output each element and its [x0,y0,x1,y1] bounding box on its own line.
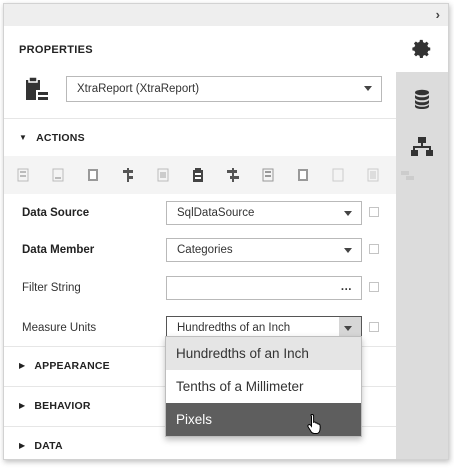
dropdown-option-label: Pixels [176,412,213,427]
measure-units-label: Measure Units [22,322,97,334]
report-icon [24,76,50,107]
dropdown-option-selected[interactable]: Pixels [166,403,361,436]
tab-properties[interactable] [396,26,448,72]
dropdown-option[interactable]: Hundredths of an Inch [166,337,361,370]
filter-string-checkbox[interactable] [369,282,379,292]
section-actions-label: ACTIONS [36,131,85,144]
measure-units-dropdown: Hundredths of an Inch Tenths of a Millim… [165,336,362,437]
collapse-chevron-icon[interactable]: › [436,7,440,22]
ellipsis-button[interactable]: ... [341,281,352,293]
section-appearance-label: APPEARANCE [34,359,110,372]
filter-string-field[interactable]: ... [166,276,362,300]
actions-toolbar [4,156,414,194]
section-data-label: DATA [34,439,63,452]
size-width-icon[interactable] [226,168,240,182]
measure-units-checkbox[interactable] [369,322,379,332]
data-member-value: Categories [177,244,233,256]
align-left-icon[interactable] [16,168,30,182]
dropdown-option[interactable]: Tenths of a Millimeter [166,370,361,403]
align-center-icon[interactable] [51,168,65,182]
tab-field-list[interactable] [396,76,448,122]
data-source-label: Data Source [22,207,90,219]
tab-report-explorer[interactable] [396,124,448,170]
chevron-down-icon [344,211,352,216]
data-source-select[interactable]: SqlDataSource [166,201,362,225]
align-middle-icon[interactable] [156,168,170,182]
collapsed-triangle-icon: ▶ [19,441,26,450]
align-top-icon[interactable] [121,168,135,182]
filter-string-label: Filter String [22,282,81,294]
chevron-down-icon [364,86,372,91]
report-selector[interactable]: XtraReport (XtraReport) [66,76,382,102]
data-member-checkbox[interactable] [369,244,379,254]
panel-tab-bar [396,26,448,459]
collapsed-triangle-icon: ▶ [19,401,26,410]
spacing-icon[interactable] [331,168,345,182]
expanded-triangle-icon: ▼ [19,133,28,142]
chevron-down-icon [344,248,352,253]
hand-cursor-icon [307,413,321,434]
measure-units-value: Hundredths of an Inch [177,322,291,334]
data-member-label: Data Member [22,244,95,256]
size-both-icon[interactable] [296,168,310,182]
panel-title: PROPERTIES [19,44,93,56]
section-actions[interactable]: ▼ ACTIONS [4,118,396,156]
align-bottom-icon[interactable] [191,168,205,182]
data-member-select[interactable]: Categories [166,238,362,262]
center-icon[interactable] [366,168,380,182]
gear-icon [412,39,431,58]
report-selector-value: XtraReport (XtraReport) [77,83,200,95]
panel-topbar: › [4,4,448,26]
data-source-checkbox[interactable] [369,207,379,217]
section-behavior-label: BEHAVIOR [34,399,91,412]
chevron-down-icon [344,326,352,331]
align-right-icon[interactable] [86,168,100,182]
send-back-icon[interactable] [401,168,415,182]
database-icon [415,89,429,109]
properties-content: PROPERTIES XtraReport (XtraReport) ▼ ACT… [4,26,414,459]
hierarchy-icon [411,137,433,156]
collapsed-triangle-icon: ▶ [19,361,26,370]
data-source-value: SqlDataSource [177,207,255,219]
size-height-icon[interactable] [261,168,275,182]
properties-panel: › PROPERTIES XtraReport (XtraReport) ▼ A… [3,3,449,460]
